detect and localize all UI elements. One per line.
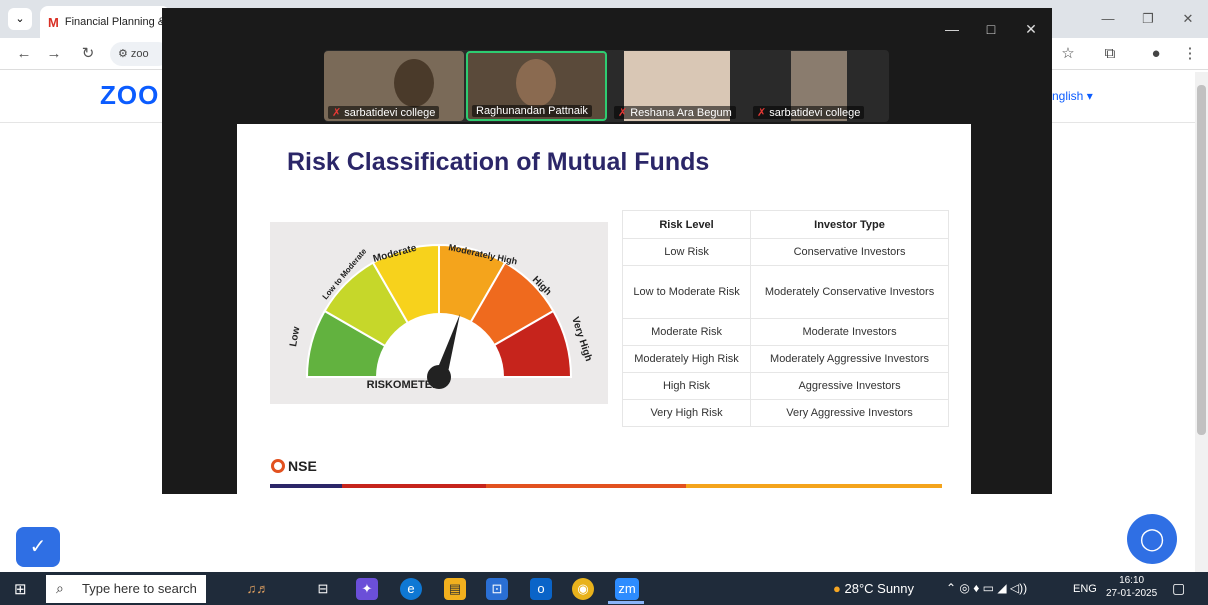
scrollbar-thumb[interactable] (1197, 85, 1206, 435)
clock[interactable]: 16:10 27-01-2025 (1106, 574, 1157, 600)
nse-mark-icon (271, 459, 285, 473)
participant-face (394, 59, 434, 107)
bookmark-star-icon[interactable]: ☆ (1056, 42, 1080, 66)
taskbar-search-input[interactable]: Type here to search (46, 575, 206, 603)
zoom-app-icon[interactable]: zm (615, 578, 639, 600)
minimize-button[interactable]: — (1095, 8, 1121, 30)
participant-video-tile[interactable]: ✗ sarbatidevi college (749, 51, 887, 121)
footer-band (270, 484, 342, 488)
table-cell: Very High Risk (621, 399, 752, 427)
notification-icon[interactable]: ▢ (1172, 580, 1185, 597)
meeting-minimize-button[interactable]: — (937, 18, 967, 40)
meeting-maximize-button[interactable]: □ (976, 18, 1006, 40)
chrome-icon[interactable]: ◉ (572, 578, 594, 600)
windows-start-icon[interactable]: ⊞ (14, 580, 27, 598)
table-cell: Aggressive Investors (750, 372, 949, 400)
gauge-caption: RISKOMETER (367, 379, 440, 391)
reload-icon[interactable]: ↻ (76, 42, 100, 66)
address-input[interactable]: ⚙ zoo (110, 42, 170, 66)
copilot-icon[interactable]: ✦ (356, 578, 378, 600)
footer-band (342, 484, 486, 488)
muted-mic-icon: ✗ (332, 107, 342, 119)
tab-search-dropdown[interactable]: ⌄ (8, 8, 32, 30)
extensions-icon[interactable]: ⧉ (1098, 42, 1122, 66)
table-cell: High Risk (621, 372, 752, 400)
news-widget-icon[interactable]: ♫♬ (232, 578, 284, 600)
nse-logo: NSE (271, 458, 317, 474)
edge-browser-icon[interactable]: e (400, 578, 422, 600)
system-tray-icons[interactable]: ⌃ ◎ ♦ ▭ ◢ ◁)) (946, 581, 1027, 595)
back-arrow-icon[interactable]: ← (12, 42, 36, 66)
table-header-risk-level: Risk Level (621, 210, 752, 239)
chat-support-button[interactable]: ◯ (1127, 514, 1177, 564)
risk-table: Risk Level Investor Type Low Risk Conserv… (621, 210, 949, 427)
participant-name: Reshana Ara Begum (630, 107, 732, 119)
close-button[interactable]: ✕ (1175, 8, 1201, 30)
gmail-icon: M (48, 14, 59, 30)
clock-time: 16:10 (1119, 575, 1145, 586)
outlook-icon[interactable]: o (530, 578, 552, 600)
clock-date: 27-01-2025 (1106, 588, 1158, 599)
participant-video-tile[interactable]: ✗ sarbatidevi college (324, 51, 464, 121)
profile-avatar-icon[interactable]: ● (1144, 42, 1168, 66)
footer-band (686, 484, 942, 488)
riskometer-gauge: RISKOMETER Low Low to Moderate Moderate … (270, 222, 608, 404)
store-icon[interactable]: ⊡ (486, 578, 508, 600)
file-explorer-icon[interactable]: ▤ (444, 578, 466, 600)
participant-video-tile[interactable]: ✗ Reshana Ara Begum (610, 51, 745, 121)
slide-title: Risk Classification of Mutual Funds (287, 148, 710, 176)
participant-name: Raghunandan Pattnaik (476, 105, 588, 117)
restore-button[interactable]: ❐ (1135, 8, 1161, 30)
table-cell: Low Risk (621, 238, 752, 266)
table-header-investor-type: Investor Type (750, 210, 949, 239)
participant-name: sarbatidevi college (344, 107, 436, 119)
table-cell: Moderately Aggressive Investors (750, 345, 949, 373)
participant-face (516, 59, 556, 107)
table-cell: Moderate Risk (621, 318, 752, 346)
participant-name: sarbatidevi college (769, 107, 861, 119)
table-cell: Moderately Conservative Investors (750, 265, 949, 319)
active-app-indicator (608, 601, 644, 604)
site-info-icon[interactable]: ⚙ (118, 48, 131, 60)
muted-mic-icon: ✗ (618, 107, 628, 119)
browser-tab[interactable]: M Financial Planning & (40, 6, 170, 38)
table-cell: Low to Moderate Risk (621, 265, 752, 319)
zoom-logo[interactable]: ZOO (100, 80, 159, 111)
language-selector[interactable]: nglish ▾ (1052, 89, 1093, 103)
muted-mic-icon: ✗ (757, 107, 767, 119)
active-speaker-tile[interactable]: Raghunandan Pattnaik (466, 51, 607, 121)
table-cell: Very Aggressive Investors (750, 399, 949, 427)
table-cell: Conservative Investors (750, 238, 949, 266)
language-indicator[interactable]: ENG (1073, 583, 1097, 595)
task-view-icon[interactable]: ⊟ (312, 578, 334, 600)
forward-arrow-icon[interactable]: → (42, 42, 66, 66)
meeting-close-button[interactable]: ✕ (1016, 18, 1046, 40)
shield-icon[interactable]: ✓ (16, 527, 60, 567)
table-cell: Moderate Investors (750, 318, 949, 346)
search-icon: ⌕ (56, 580, 64, 596)
table-cell: Moderately High Risk (621, 345, 752, 373)
sun-icon: ● (833, 581, 841, 596)
footer-band (486, 484, 686, 488)
weather-widget[interactable]: ● 28°C Sunny (833, 581, 914, 596)
menu-kebab-icon[interactable]: ⋮ (1178, 42, 1202, 66)
tab-title: Financial Planning & (64, 16, 166, 28)
